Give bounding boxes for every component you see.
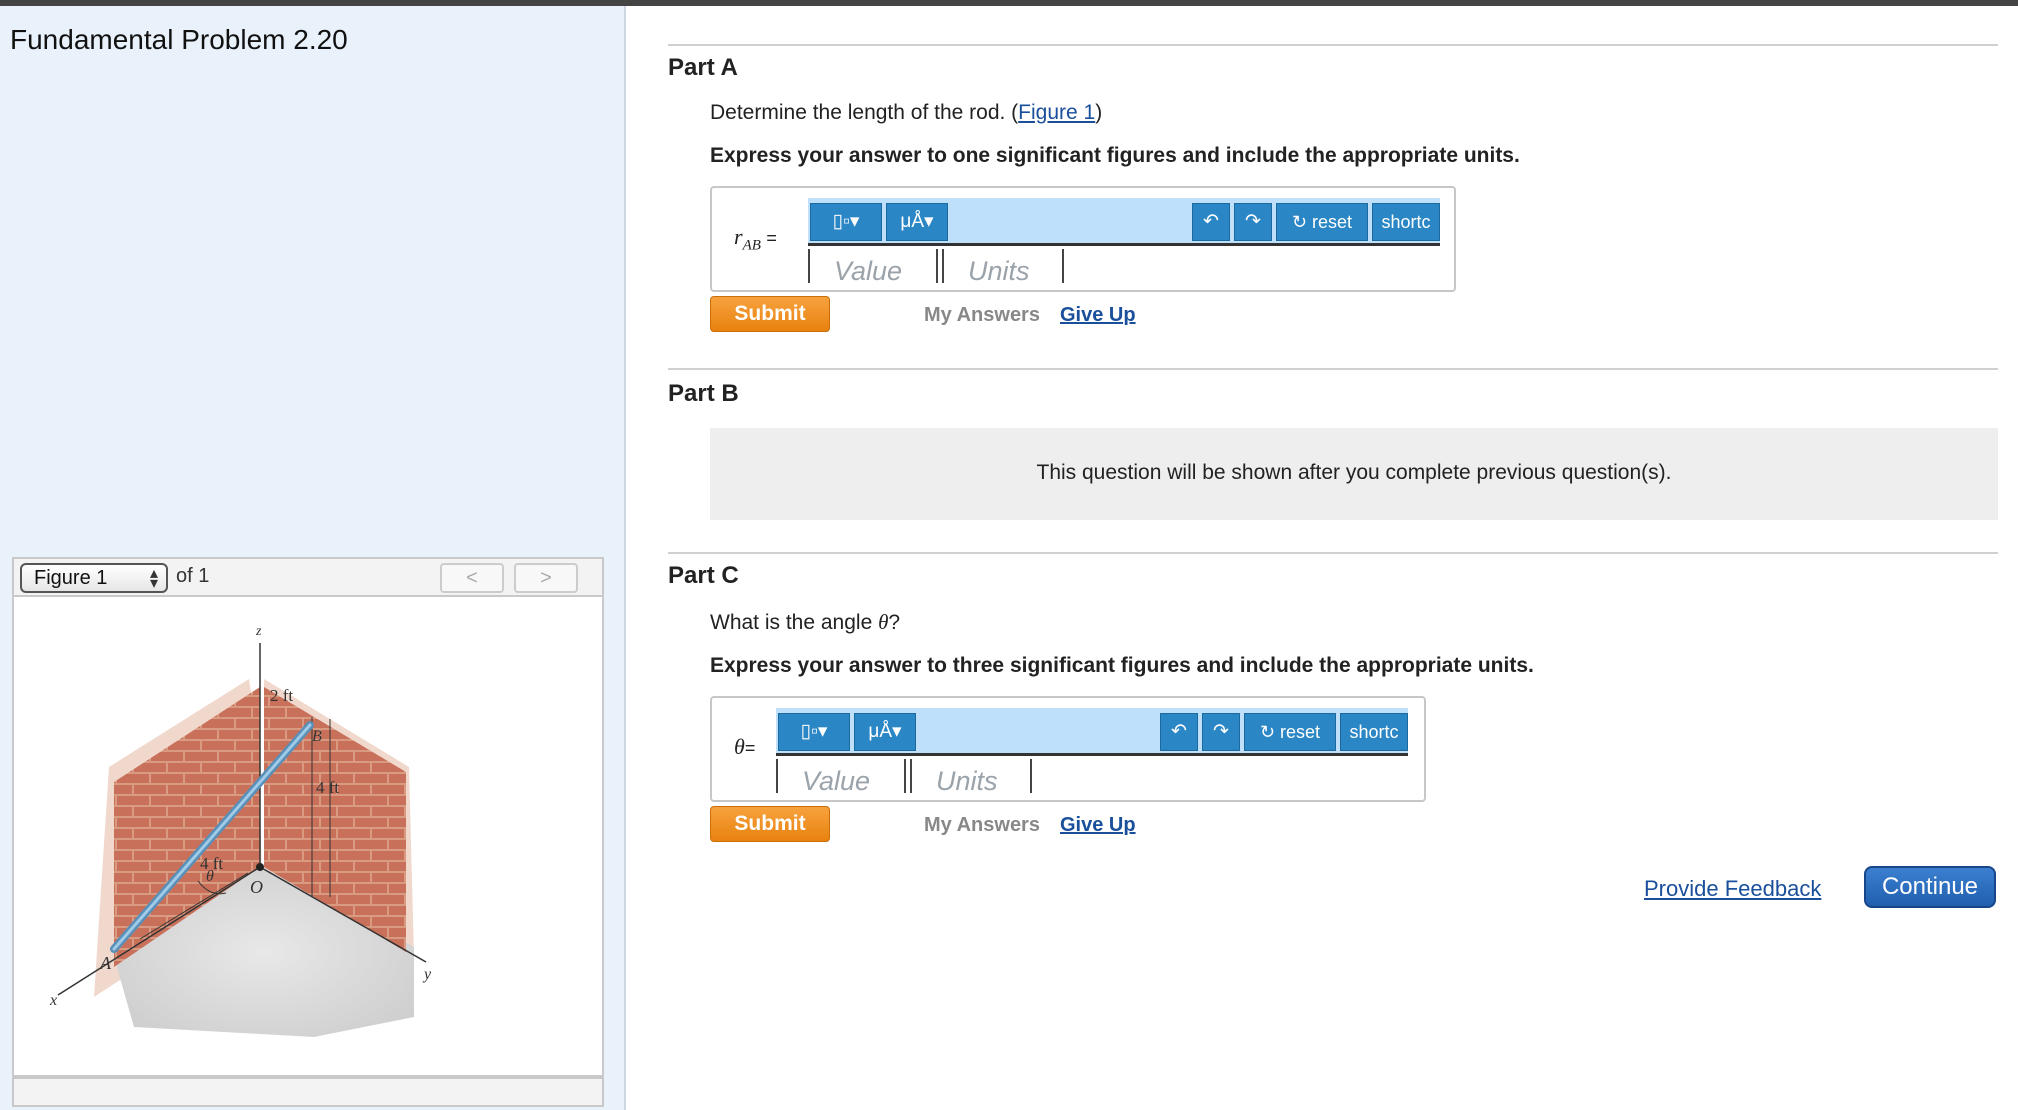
part-b-divider bbox=[668, 368, 1998, 370]
part-c-toolbar: ▯▫▾ μÅ▾ ↶ ↷ ↻ reset shortc bbox=[776, 708, 1408, 756]
reset-button[interactable]: ↻ reset bbox=[1276, 203, 1368, 241]
part-c-variable-label: θ= bbox=[734, 734, 755, 760]
templates-button[interactable]: ▯▫▾ bbox=[810, 203, 882, 241]
templates-button[interactable]: ▯▫▾ bbox=[778, 713, 850, 751]
part-c-submit-button[interactable]: Submit bbox=[710, 806, 830, 842]
part-b-locked-message: This question will be shown after you co… bbox=[710, 428, 1998, 520]
redo-icon: ↷ bbox=[1245, 211, 1261, 232]
part-c-fields: Value Units bbox=[776, 759, 1036, 793]
figure-select-value: Figure 1 bbox=[34, 567, 108, 589]
problem-title: Fundamental Problem 2.20 bbox=[10, 24, 348, 55]
part-c-units-input[interactable]: Units bbox=[910, 759, 1032, 793]
templates-icon: ▯▫▾ bbox=[832, 211, 860, 232]
undo-button[interactable]: ↶ bbox=[1160, 713, 1198, 751]
part-a-give-up-link[interactable]: Give Up bbox=[1060, 304, 1136, 327]
part-a-equals: = bbox=[766, 228, 777, 248]
figure-1-link[interactable]: Figure 1 bbox=[1018, 101, 1095, 124]
reset-label: reset bbox=[1280, 722, 1321, 742]
origin-point bbox=[256, 863, 264, 871]
previous-figure-button[interactable]: < bbox=[440, 563, 504, 593]
point-a-label: A bbox=[99, 953, 112, 973]
part-a-question: Determine the length of the rod. (Figure… bbox=[710, 101, 1102, 125]
part-a-instruction: Express your answer to one significant f… bbox=[710, 144, 1520, 167]
part-a-value-input[interactable]: Value bbox=[808, 249, 938, 283]
part-c-question-variable: θ bbox=[878, 610, 889, 634]
part-a-variable-label: rAB = bbox=[734, 224, 777, 254]
part-c-variable: θ bbox=[734, 734, 745, 759]
units-button[interactable]: μÅ▾ bbox=[886, 203, 948, 241]
undo-icon: ↶ bbox=[1203, 211, 1219, 232]
dim-4ft-vertical-label: 4 ft bbox=[316, 778, 339, 797]
part-a-variable: r bbox=[734, 224, 743, 249]
reset-label: reset bbox=[1312, 212, 1353, 232]
part-c-my-answers[interactable]: My Answers bbox=[924, 814, 1040, 837]
part-c-title: Part C bbox=[668, 562, 739, 589]
part-c-question-end: ? bbox=[888, 611, 901, 634]
part-a-question-text: Determine the length of the rod. ( bbox=[710, 101, 1019, 124]
provide-feedback-link[interactable]: Provide Feedback bbox=[1644, 876, 1821, 902]
part-c-equals: = bbox=[744, 738, 756, 758]
rod-wall-figure: z x y O A B θ 2 ft 4 ft 4 ft bbox=[49, 624, 432, 1037]
next-figure-button[interactable]: > bbox=[514, 563, 578, 593]
redo-icon: ↷ bbox=[1213, 721, 1229, 742]
part-a-question-close: ) bbox=[1095, 101, 1103, 124]
z-label: z bbox=[255, 624, 262, 639]
part-c-divider bbox=[668, 552, 1998, 554]
figure-area: z x y O A B θ 2 ft 4 ft 4 ft bbox=[12, 597, 604, 1077]
redo-button[interactable]: ↷ bbox=[1202, 713, 1240, 751]
part-b-title: Part B bbox=[668, 380, 739, 407]
units-symbol: μÅ bbox=[868, 721, 893, 742]
templates-icon: ▯▫▾ bbox=[800, 721, 828, 742]
part-a-variable-subscript: AB bbox=[742, 237, 761, 254]
continue-button[interactable]: Continue bbox=[1864, 866, 1996, 908]
part-c-give-up-link[interactable]: Give Up bbox=[1060, 814, 1136, 837]
point-b-label: B bbox=[312, 728, 322, 745]
part-a-fields: Value Units bbox=[808, 249, 1068, 283]
undo-icon: ↶ bbox=[1171, 721, 1187, 742]
shortcuts-button[interactable]: shortc bbox=[1372, 203, 1440, 241]
part-c-value-input[interactable]: Value bbox=[776, 759, 906, 793]
redo-button[interactable]: ↷ bbox=[1234, 203, 1272, 241]
part-c-question: What is the angle θ? bbox=[710, 610, 900, 635]
figure-count-label: of 1 bbox=[176, 565, 210, 587]
part-a-title: Part A bbox=[668, 54, 738, 81]
shortcuts-button[interactable]: shortc bbox=[1340, 713, 1408, 751]
part-a-submit-button[interactable]: Submit bbox=[710, 296, 830, 332]
part-a-units-input[interactable]: Units bbox=[942, 249, 1064, 283]
part-a-answer-box: rAB = ▯▫▾ μÅ▾ ↶ ↷ ↻ reset shortc Value U… bbox=[710, 186, 1456, 292]
origin-label: O bbox=[250, 877, 263, 897]
figure-footer bbox=[12, 1077, 604, 1107]
figure-select[interactable]: Figure 1 ▴ ▾ bbox=[20, 563, 168, 593]
part-a-toolbar: ▯▫▾ μÅ▾ ↶ ↷ ↻ reset shortc bbox=[808, 198, 1440, 246]
units-symbol: μÅ bbox=[900, 211, 925, 232]
figure-panel: Fundamental Problem 2.20 Figure 1 ▴ ▾ of … bbox=[0, 6, 626, 1110]
units-button[interactable]: μÅ▾ bbox=[854, 713, 916, 751]
reset-button[interactable]: ↻ reset bbox=[1244, 713, 1336, 751]
dim-2ft-label: 2 ft bbox=[270, 686, 293, 705]
select-arrows-icon: ▴ ▾ bbox=[149, 565, 159, 592]
x-label: x bbox=[49, 992, 57, 1009]
question-panel: Part A Determine the length of the rod. … bbox=[628, 6, 2018, 1110]
part-c-question-text: What is the angle bbox=[710, 611, 879, 634]
part-c-instruction: Express your answer to three significant… bbox=[710, 654, 1534, 677]
dim-4ft-floor-label: 4 ft bbox=[200, 854, 223, 873]
part-a-divider bbox=[668, 44, 1998, 46]
part-c-answer-box: θ= ▯▫▾ μÅ▾ ↶ ↷ ↻ reset shortc Value Unit… bbox=[710, 696, 1426, 802]
y-label: y bbox=[422, 966, 432, 983]
part-a-my-answers[interactable]: My Answers bbox=[924, 304, 1040, 327]
undo-button[interactable]: ↶ bbox=[1192, 203, 1230, 241]
figure-navigation-bar: Figure 1 ▴ ▾ of 1 < > bbox=[12, 557, 604, 597]
